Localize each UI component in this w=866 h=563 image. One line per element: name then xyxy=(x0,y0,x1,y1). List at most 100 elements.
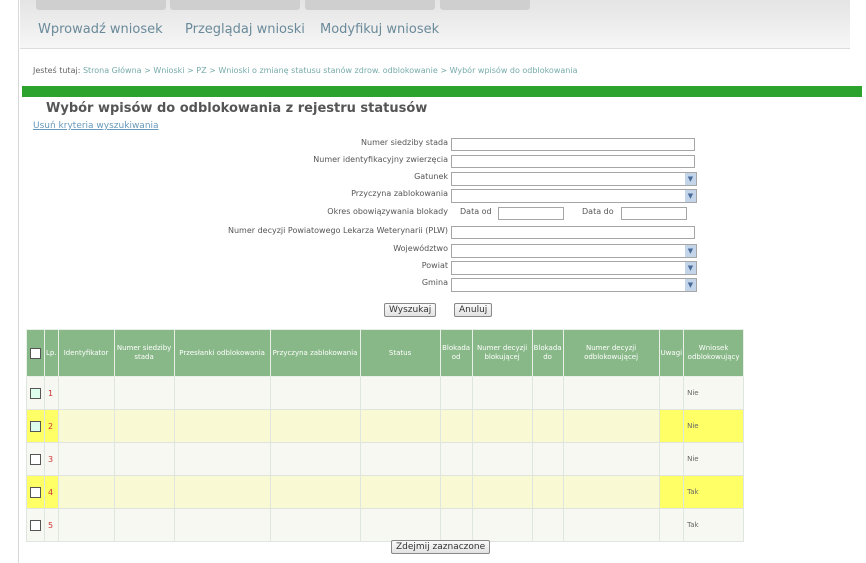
row-select-cell xyxy=(26,475,45,509)
chevron-down-icon: ▼ xyxy=(685,190,696,202)
herd-number-input[interactable] xyxy=(451,138,695,151)
table-cell xyxy=(658,475,685,509)
breadcrumb-prefix: Jesteś tutaj: xyxy=(33,66,81,75)
plw-decision-input[interactable] xyxy=(451,226,695,239)
column-header: Status xyxy=(359,329,441,377)
table-cell xyxy=(471,376,533,410)
field-label: Gatunek xyxy=(414,172,448,181)
county-select[interactable]: ▼ xyxy=(451,261,697,275)
table-cell xyxy=(658,442,685,476)
table-row[interactable]: 1 Nie xyxy=(26,376,745,410)
row-number: 2 xyxy=(44,409,59,443)
tab-wprowadz-wniosek[interactable]: Wprowadź wniosek xyxy=(38,22,163,37)
top-tab-bar: Wprowadź wniosek Przeglądaj wnioski Mody… xyxy=(20,0,850,49)
table-cell xyxy=(113,442,175,476)
field-row-herd-number: Numer siedziby stada xyxy=(0,138,866,152)
animal-id-input[interactable] xyxy=(451,155,695,168)
date-from-label: Data od xyxy=(460,207,492,216)
table-cell xyxy=(562,475,660,509)
unlock-request-cell: Tak xyxy=(683,475,745,509)
column-header: Uwagi xyxy=(658,329,685,377)
table-header-row: Lp. Identyfikator Numer siedziby stada P… xyxy=(26,329,745,377)
table-cell xyxy=(57,475,115,509)
table-row[interactable]: 3 Nie xyxy=(26,442,745,476)
table-row[interactable]: 2 Nie xyxy=(26,409,745,443)
tab-modyfikuj-wniosek[interactable]: Modyfikuj wniosek xyxy=(320,22,439,37)
column-header: Blokada do xyxy=(531,329,564,377)
row-checkbox[interactable] xyxy=(30,486,41,498)
table-cell xyxy=(269,475,361,509)
table-cell xyxy=(658,409,685,443)
chevron-down-icon: ▼ xyxy=(685,245,696,257)
date-to-input[interactable] xyxy=(621,207,687,220)
unlock-request-cell: Nie xyxy=(683,376,745,410)
field-label: Województwo xyxy=(393,244,448,253)
date-from-input[interactable] xyxy=(498,207,564,220)
row-select-cell xyxy=(26,442,45,476)
table-row[interactable]: 5 Tak xyxy=(26,508,745,542)
column-header: Przyczyna zablokowania xyxy=(269,329,361,377)
tab-przegladaj-wnioski[interactable]: Przeglądaj wnioski xyxy=(185,22,305,37)
table-cell xyxy=(173,376,271,410)
breadcrumb-path[interactable]: Strona Główna > Wnioski > PZ > Wnioski o… xyxy=(83,66,578,75)
table-cell xyxy=(269,376,361,410)
table-cell xyxy=(359,376,441,410)
table-cell xyxy=(562,508,660,542)
commune-select[interactable]: ▼ xyxy=(451,278,697,292)
table-cell xyxy=(471,409,533,443)
voivodeship-select[interactable]: ▼ xyxy=(451,244,697,258)
table-row[interactable]: 4 Tak xyxy=(26,475,745,509)
table-cell xyxy=(57,442,115,476)
table-cell xyxy=(471,442,533,476)
table-cell xyxy=(531,409,564,443)
field-row-county: Powiat ▼ xyxy=(0,261,866,275)
table-cell xyxy=(439,475,473,509)
cancel-button[interactable]: Anuluj xyxy=(454,303,493,317)
chevron-down-icon: ▼ xyxy=(685,279,696,291)
field-row-animal-id: Numer identyfikacyjny zwierzęcia xyxy=(0,155,866,169)
table-cell xyxy=(658,508,685,542)
table-cell xyxy=(173,475,271,509)
table-cell xyxy=(531,475,564,509)
select-all-checkbox[interactable] xyxy=(30,347,41,359)
tab-shadow xyxy=(305,0,435,10)
row-number: 4 xyxy=(44,475,59,509)
row-checkbox[interactable] xyxy=(30,387,41,399)
row-checkbox[interactable] xyxy=(30,519,41,531)
row-checkbox[interactable] xyxy=(30,453,41,465)
table-cell xyxy=(658,376,685,410)
unlock-request-cell: Nie xyxy=(683,409,745,443)
clear-criteria-link[interactable]: Usuń kryteria wyszukiwania xyxy=(33,121,159,131)
chevron-down-icon: ▼ xyxy=(685,173,696,185)
field-row-species: Gatunek ▼ xyxy=(0,172,866,186)
field-row-voivodeship: Województwo ▼ xyxy=(0,244,866,258)
page-title: Wybór wpisów do odblokowania z rejestru … xyxy=(46,101,428,116)
table-cell xyxy=(471,508,533,542)
block-reason-select[interactable]: ▼ xyxy=(451,189,697,203)
column-header: Przesłanki odblokowania xyxy=(173,329,271,377)
row-number: 1 xyxy=(44,376,59,410)
field-label: Okres obowiązywania blokady xyxy=(327,207,448,216)
chevron-down-icon: ▼ xyxy=(685,262,696,274)
field-row-commune: Gmina ▼ xyxy=(0,278,866,292)
table-cell xyxy=(269,508,361,542)
table-cell xyxy=(359,409,441,443)
table-cell xyxy=(113,409,175,443)
table-cell xyxy=(269,442,361,476)
select-all-header xyxy=(26,329,45,377)
field-label: Gmina xyxy=(421,278,448,287)
table-cell xyxy=(57,508,115,542)
unlock-selected-button[interactable]: Zdejmij zaznaczone xyxy=(391,540,491,554)
field-row-block-period: Okres obowiązywania blokady Data od Data… xyxy=(0,207,866,221)
species-select[interactable]: ▼ xyxy=(451,172,697,186)
table-cell xyxy=(562,409,660,443)
table-cell xyxy=(531,376,564,410)
search-button[interactable]: Wyszukaj xyxy=(384,303,437,317)
field-label: Powiat xyxy=(421,261,448,270)
row-select-cell xyxy=(26,409,45,443)
field-label: Numer siedziby stada xyxy=(361,138,448,147)
table-cell xyxy=(439,376,473,410)
column-header: Identyfikator xyxy=(57,329,115,377)
row-checkbox[interactable] xyxy=(30,420,41,432)
field-row-plw-decision: Numer decyzji Powiatowego Lekarza Wetery… xyxy=(0,226,866,240)
